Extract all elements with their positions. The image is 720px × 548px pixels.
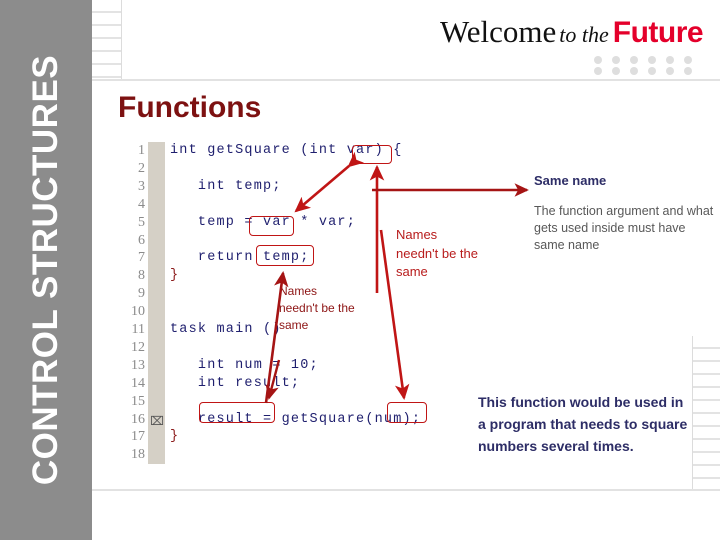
slide-canvas: CONTROL STRUCTURES Welcome to the Future F… [0, 0, 720, 540]
header-dot [630, 67, 638, 75]
header-future-text: Future [612, 16, 704, 49]
code-line-text: int getSquare (int var) { [170, 143, 403, 158]
header-dot [648, 67, 656, 75]
code-line-number: 9 [138, 286, 145, 301]
decorative-grid-right [692, 336, 720, 491]
header-dot [612, 56, 620, 64]
header-dot [612, 67, 620, 75]
header-dot-row [594, 67, 706, 78]
code-line-number: 2 [138, 161, 145, 176]
header-dot [630, 56, 638, 64]
code-line-number: 4 [138, 197, 145, 212]
code-line-text: } [170, 268, 180, 283]
breakpoint-marker-icon: ⌧ [150, 414, 164, 428]
page-title: Functions [118, 91, 262, 124]
code-line-number: 11 [131, 322, 145, 337]
code-line-number: 18 [131, 447, 145, 462]
code-line-text: } [170, 429, 180, 444]
code-line-number: 12 [131, 340, 145, 355]
sidebar: CONTROL STRUCTURES [0, 0, 92, 540]
code-line-text: task main () [170, 322, 282, 337]
code-line-number: 14 [131, 376, 145, 391]
code-line-number: 10 [131, 304, 145, 319]
code-line-text: int result; [170, 376, 301, 391]
code-line-number: 8 [138, 268, 145, 283]
code-line-number: 5 [138, 215, 145, 230]
annotation-bottom-note: This function would be used in a program… [478, 394, 688, 454]
code-block: 1 int getSquare (int var) { 2 3 int temp; 4 5… [124, 142, 424, 467]
header-dot [666, 56, 674, 64]
header-dot [594, 67, 602, 75]
header-dot-pattern [594, 56, 706, 78]
code-line-text: temp = var * var; [170, 215, 357, 230]
code-line-text: int temp; [170, 179, 282, 194]
code-line-number: 1 [138, 143, 145, 158]
header-lockup: Welcome to the Future [440, 14, 705, 56]
header-dot [594, 56, 602, 64]
header-dot [684, 56, 692, 64]
annotation-same-name-body: The function argument and what gets used… [534, 204, 714, 252]
decorative-grid-top-left [92, 0, 122, 80]
decorative-grid-top-left-rule [121, 0, 122, 80]
code-line-number: 3 [138, 179, 145, 194]
header-tothe-text: to the [559, 22, 609, 47]
header-divider-rule [92, 79, 720, 81]
header-dot-row [594, 56, 706, 67]
code-line-text: result = getSquare(num); [170, 412, 422, 427]
code-line-text: return temp; [170, 250, 310, 265]
header-dot [684, 67, 692, 75]
code-line-number: 6 [138, 233, 145, 248]
code-line-text: int num = 10; [170, 358, 319, 373]
code-line-number: 15 [131, 394, 145, 409]
header-dot [648, 56, 656, 64]
footer-divider-rule [92, 489, 720, 491]
annotation-names-neednt-be-the-same-left: Names needn't be the same [279, 284, 355, 332]
sidebar-title: CONTROL STRUCTURES [26, 54, 65, 486]
code-line-number: 7 [138, 250, 145, 265]
header-welcome-text: Welcome [440, 14, 557, 49]
code-line-number: 16 [131, 412, 145, 427]
code-line-number: 13 [131, 358, 145, 373]
header-dot [666, 67, 674, 75]
code-line-number: 17 [131, 429, 145, 444]
annotation-names-neednt-be-the-same-right: Names needn't be the same [396, 227, 478, 279]
annotation-same-name-heading: Same name [534, 173, 607, 188]
